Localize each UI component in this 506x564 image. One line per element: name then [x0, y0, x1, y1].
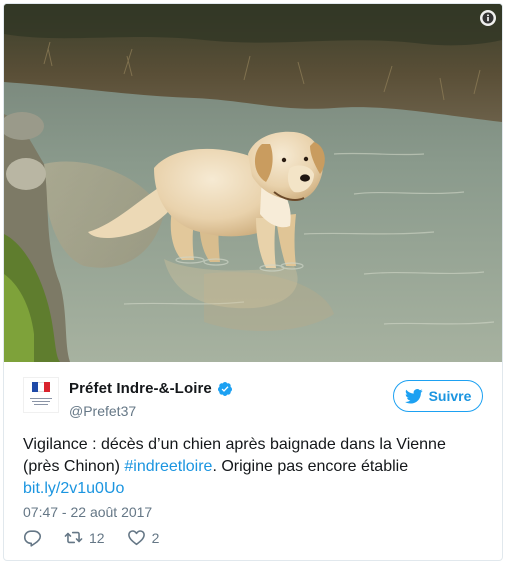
- tweet-photo[interactable]: [4, 4, 502, 362]
- avatar[interactable]: [23, 377, 59, 413]
- short-url-link[interactable]: bit.ly/2v1u0Uo: [23, 480, 124, 497]
- follow-button-label: Suivre: [428, 388, 472, 404]
- reply-icon: [23, 530, 42, 547]
- tweet-text: Vigilance : décès d’un chien après baign…: [23, 434, 483, 500]
- logo-text-lines: [30, 396, 52, 405]
- tweet-content: Préfet Indre-&-Loire @Prefet37 Suivre Vi…: [4, 362, 502, 560]
- like-count: 2: [151, 529, 160, 546]
- handle[interactable]: @Prefet37: [69, 403, 136, 419]
- tweet-timestamp[interactable]: 07:47 - 22 août 2017: [23, 504, 152, 520]
- tweet-text-part-2: . Origine pas encore établie: [212, 458, 409, 475]
- reply-button[interactable]: [23, 528, 42, 547]
- twitter-bird-icon: [404, 388, 423, 404]
- tweet-card: Préfet Indre-&-Loire @Prefet37 Suivre Vi…: [3, 3, 503, 561]
- author-name-row: Préfet Indre-&-Loire: [69, 380, 233, 397]
- heart-icon: [127, 530, 145, 546]
- retweet-count: 12: [89, 529, 105, 546]
- display-name[interactable]: Préfet Indre-&-Loire: [69, 380, 212, 397]
- hashtag-link[interactable]: #indreetloire: [124, 458, 212, 475]
- dog-in-river-image: [4, 4, 502, 362]
- info-icon[interactable]: [480, 10, 496, 26]
- retweet-button[interactable]: 12: [64, 528, 105, 547]
- like-button[interactable]: 2: [127, 528, 160, 547]
- follow-button[interactable]: Suivre: [393, 380, 483, 412]
- retweet-icon: [64, 531, 83, 544]
- verified-badge-icon: [217, 381, 232, 396]
- french-flag-logo: [32, 382, 50, 392]
- tweet-actions: 12 2: [23, 528, 181, 547]
